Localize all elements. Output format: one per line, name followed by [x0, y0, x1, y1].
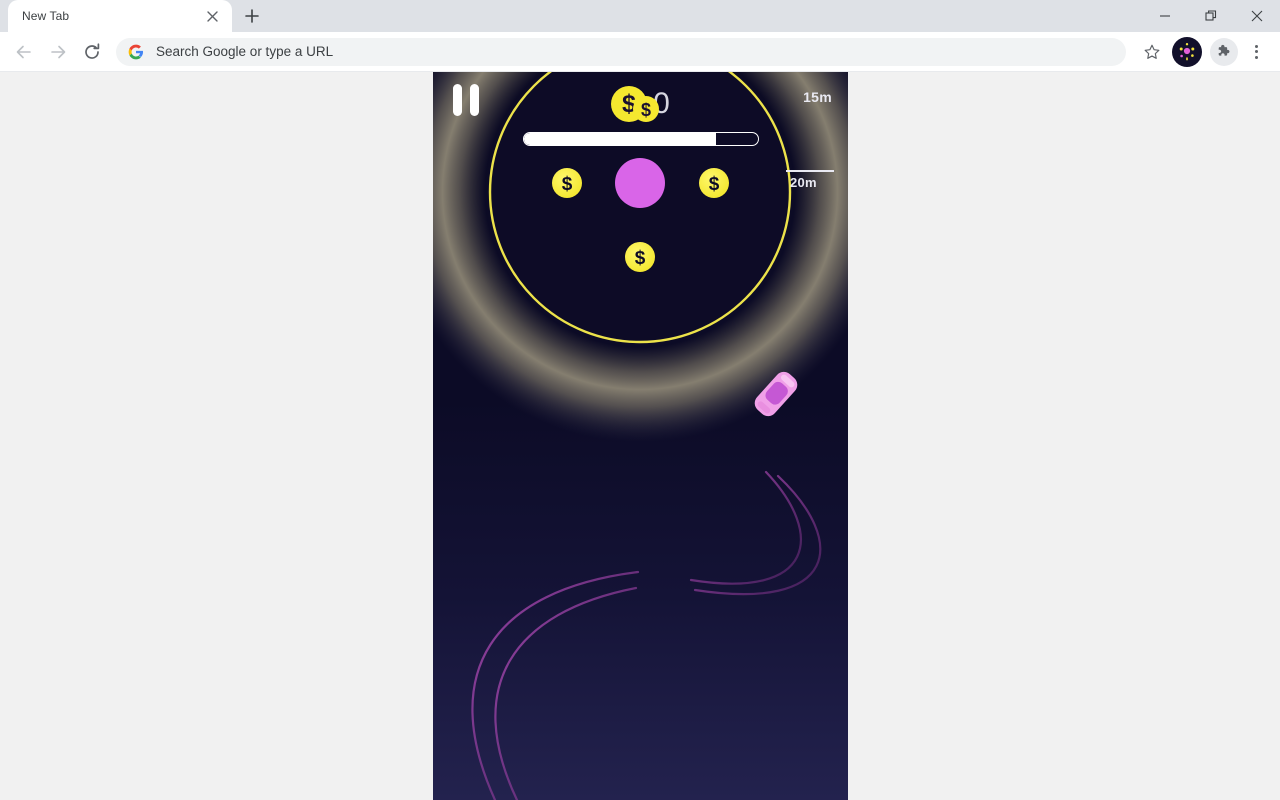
page-viewport: $ $ $ $ $ 0 15m 20m [0, 72, 1280, 800]
reload-button[interactable] [76, 36, 108, 68]
browser-window: New Tab Search Google or type a URL $ $ … [0, 0, 1280, 800]
back-button[interactable] [8, 36, 40, 68]
restore-icon [1205, 10, 1217, 21]
window-minimize-button[interactable] [1142, 0, 1188, 32]
new-tab-button[interactable] [238, 2, 266, 30]
forward-button[interactable] [42, 36, 74, 68]
profile-avatar-button[interactable] [1172, 36, 1202, 67]
reload-icon [85, 42, 100, 59]
puzzle-piece-icon [1218, 44, 1229, 56]
pause-icon-bar-right [470, 84, 479, 116]
window-maximize-button[interactable] [1188, 0, 1234, 32]
browser-toolbar: Search Google or type a URL [0, 32, 1280, 72]
window-controls [1142, 0, 1280, 32]
tire-trail-outer-lower [471, 570, 640, 800]
game-scene: $ $ $ [433, 72, 848, 800]
address-bar-placeholder: Search Google or type a URL [156, 44, 334, 59]
drift-racing-game-canvas[interactable]: $ $ $ $ $ 0 15m 20m [433, 72, 848, 800]
pickup-coin-bottom: $ [625, 242, 655, 272]
google-g-icon [128, 44, 144, 59]
pickup-coin-left: $ [552, 168, 582, 198]
svg-text:$: $ [709, 174, 720, 195]
browser-tab-new-tab[interactable]: New Tab [8, 0, 232, 32]
profile-avatar-icon [1174, 38, 1200, 65]
tab-close-icon[interactable] [202, 6, 222, 26]
minimize-icon [1160, 15, 1170, 17]
browser-menu-button[interactable] [1240, 36, 1272, 68]
address-bar[interactable]: Search Google or type a URL [116, 37, 1126, 66]
target-circle [615, 158, 665, 208]
pause-icon-bar-left [453, 84, 462, 116]
window-close-button[interactable] [1234, 0, 1280, 32]
pickup-coin-right: $ [699, 168, 729, 198]
svg-text:$: $ [562, 174, 573, 195]
plus-icon [245, 9, 259, 23]
tab-strip: New Tab [0, 0, 1280, 32]
tire-trail-inner-lower [494, 586, 638, 800]
three-dot-menu-icon [1254, 44, 1258, 59]
extensions-button[interactable] [1210, 37, 1238, 66]
close-icon [1251, 10, 1263, 22]
svg-text:$: $ [635, 248, 646, 269]
arrow-left-icon [16, 45, 31, 58]
tire-trail-inner-upper [689, 470, 802, 585]
star-icon [1144, 44, 1160, 59]
tab-title: New Tab [22, 9, 70, 23]
pause-button[interactable] [453, 84, 479, 116]
bookmark-star-button[interactable] [1136, 36, 1168, 68]
arrow-right-icon [51, 45, 66, 58]
